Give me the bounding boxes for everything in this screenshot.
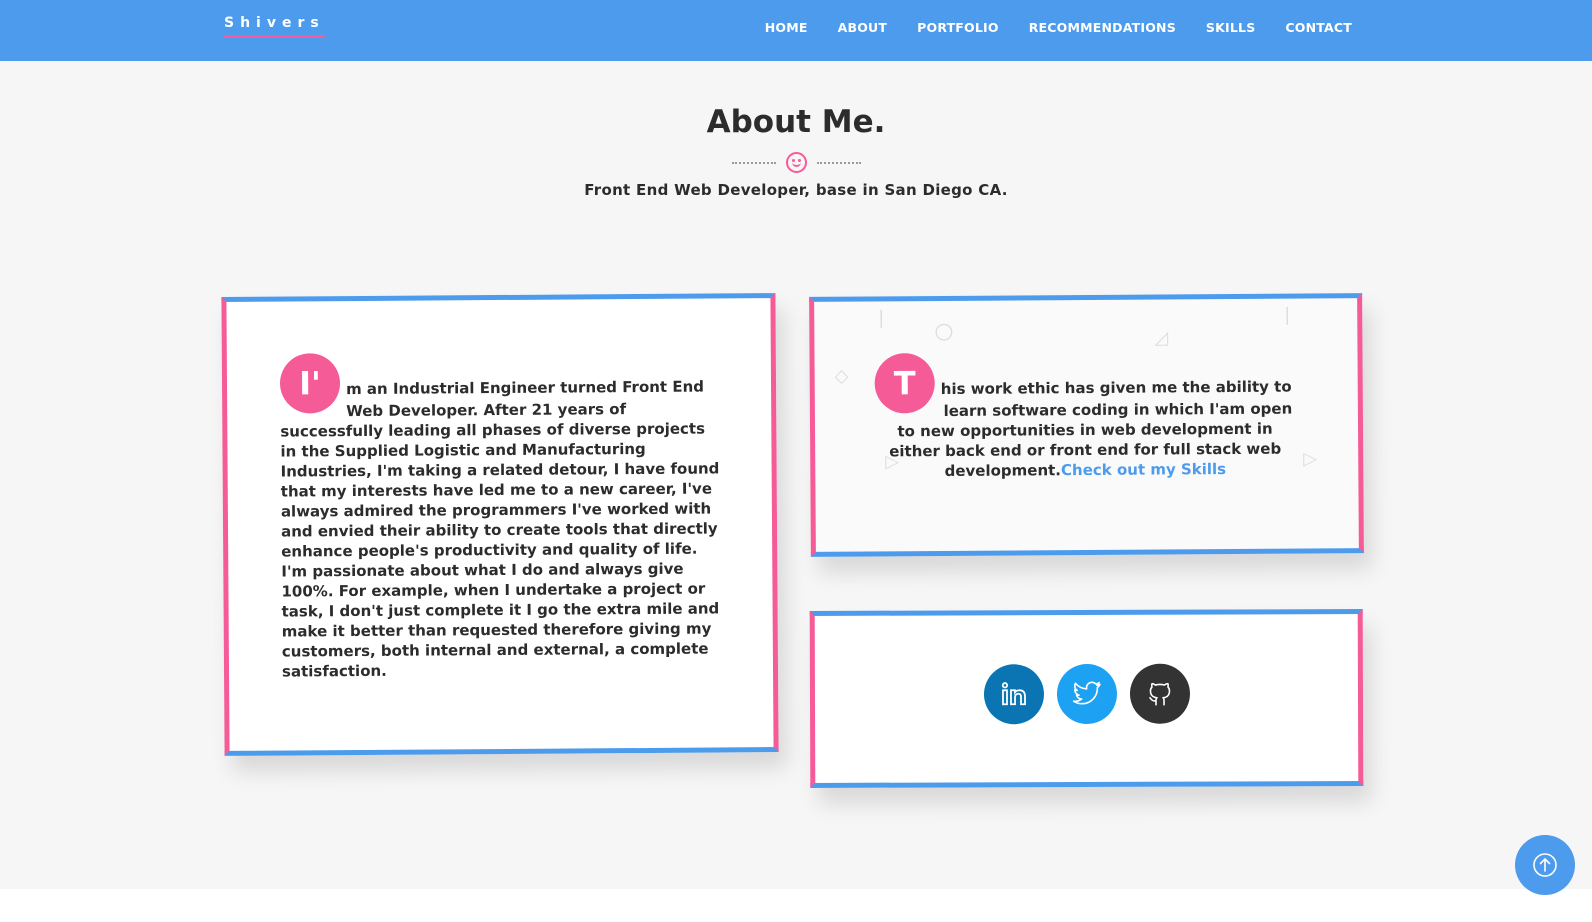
title-divider — [0, 152, 1592, 173]
ethic-first-line: his work ethic has given me the ability … — [940, 377, 1292, 399]
intro-first-line: m an Industrial Engineer turned Front En… — [345, 377, 705, 399]
social-card — [809, 609, 1364, 788]
decor-line-icon: | — [1284, 304, 1291, 326]
twitter-icon — [1072, 681, 1101, 705]
decor-diamond-icon: ◇ — [834, 365, 849, 387]
footer-strip — [0, 889, 1592, 922]
nav-link-about[interactable]: ABOUT — [838, 20, 888, 35]
dropcap-badge: I' — [279, 353, 341, 414]
brand-logo[interactable]: Shivers — [224, 15, 325, 38]
nav-link-skills[interactable]: SKILLS — [1206, 20, 1255, 35]
about-card-ethic: | ○ ◇ ◿ | ▷ ▷ T his work ethic has given… — [809, 293, 1364, 557]
nav-link-home[interactable]: HOME — [765, 20, 808, 35]
section-subtitle: Front End Web Developer, base in San Die… — [584, 181, 1008, 199]
top-navbar: Shivers HOME ABOUT PORTFOLIO RECOMMENDAT… — [0, 0, 1592, 61]
main-nav: HOME ABOUT PORTFOLIO RECOMMENDATIONS SKI… — [735, 20, 1352, 35]
nav-link-contact[interactable]: CONTACT — [1285, 20, 1352, 35]
smiley-icon — [785, 152, 807, 173]
linkedin-icon — [1001, 682, 1026, 706]
github-button[interactable] — [1129, 663, 1190, 724]
decor-triangle-icon: ▷ — [1303, 448, 1318, 470]
dropcap-badge: T — [874, 353, 935, 414]
social-links — [815, 663, 1358, 725]
divider-dots-left — [731, 161, 776, 164]
arrow-up-circle-icon — [1533, 853, 1557, 877]
github-icon — [1148, 682, 1170, 706]
twitter-button[interactable] — [1056, 663, 1117, 725]
decor-triangle-icon: ◿ — [1154, 327, 1169, 349]
intro-paragraph: Web Developer. After 21 years of success… — [280, 400, 720, 681]
skills-link[interactable]: Check out my Skills — [1061, 460, 1226, 479]
back-to-top-button[interactable] — [1515, 835, 1575, 895]
nav-link-recommendations[interactable]: RECOMMENDATIONS — [1029, 20, 1176, 35]
divider-dots-right — [816, 161, 861, 164]
intro-text-block: I' m an Industrial Engineer turned Front… — [279, 353, 722, 681]
ethic-text-block: T his work ethic has given me the abilit… — [874, 353, 1296, 482]
about-card-intro: I' m an Industrial Engineer turned Front… — [221, 293, 779, 756]
linkedin-button[interactable] — [983, 664, 1044, 725]
section-title: About Me. — [706, 104, 886, 140]
decor-line-icon: | — [878, 307, 885, 329]
nav-link-portfolio[interactable]: PORTFOLIO — [917, 20, 999, 35]
decor-circle-icon: ○ — [934, 318, 954, 345]
